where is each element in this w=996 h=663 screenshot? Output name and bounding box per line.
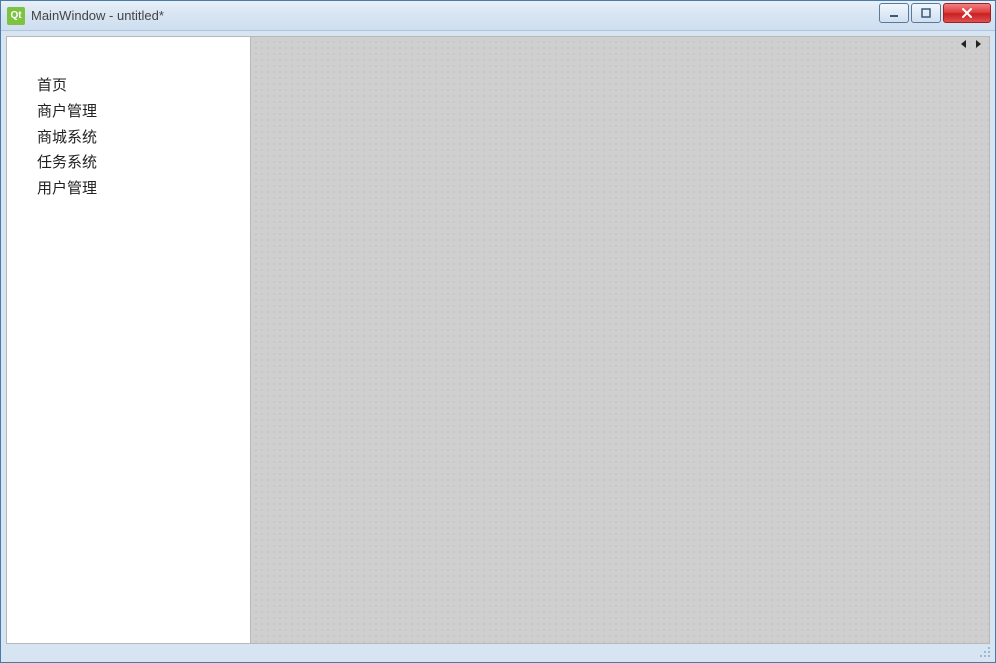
sidebar: 首页 商户管理 商城系统 任务系统 用户管理: [6, 36, 251, 644]
maximize-icon: [920, 7, 932, 19]
client-area: 首页 商户管理 商城系统 任务系统 用户管理: [1, 31, 995, 662]
sidebar-item-home[interactable]: 首页: [7, 73, 250, 99]
minimize-icon: [888, 7, 900, 19]
sidebar-item-label: 商城系统: [37, 129, 97, 146]
statusbar: [6, 644, 990, 660]
designer-canvas[interactable]: [251, 36, 990, 644]
window-title: MainWindow - untitled*: [31, 8, 989, 23]
sidebar-item-mall-system[interactable]: 商城系统: [7, 125, 250, 151]
sidebar-item-label: 任务系统: [37, 154, 97, 171]
sidebar-item-label: 首页: [37, 77, 67, 94]
sidebar-item-task-system[interactable]: 任务系统: [7, 150, 250, 176]
resize-grip-icon: [977, 644, 991, 658]
window-controls: [879, 3, 991, 23]
tab-scroll-arrows: [959, 39, 985, 51]
main-window: Qt MainWindow - untitled*: [0, 0, 996, 663]
sidebar-item-merchant-management[interactable]: 商户管理: [7, 99, 250, 125]
app-icon-text: Qt: [10, 10, 21, 21]
qt-app-icon: Qt: [7, 7, 25, 25]
tab-scroll-left[interactable]: [959, 39, 971, 51]
sidebar-item-label: 用户管理: [37, 180, 97, 197]
sidebar-item-user-management[interactable]: 用户管理: [7, 176, 250, 202]
sidebar-item-label: 商户管理: [37, 103, 97, 120]
titlebar[interactable]: Qt MainWindow - untitled*: [1, 1, 995, 31]
tab-scroll-right[interactable]: [973, 39, 985, 51]
resize-grip[interactable]: [977, 644, 991, 658]
minimize-button[interactable]: [879, 3, 909, 23]
close-button[interactable]: [943, 3, 991, 23]
chevron-left-icon: [959, 39, 969, 49]
maximize-button[interactable]: [911, 3, 941, 23]
close-icon: [960, 7, 974, 19]
chevron-right-icon: [973, 39, 983, 49]
